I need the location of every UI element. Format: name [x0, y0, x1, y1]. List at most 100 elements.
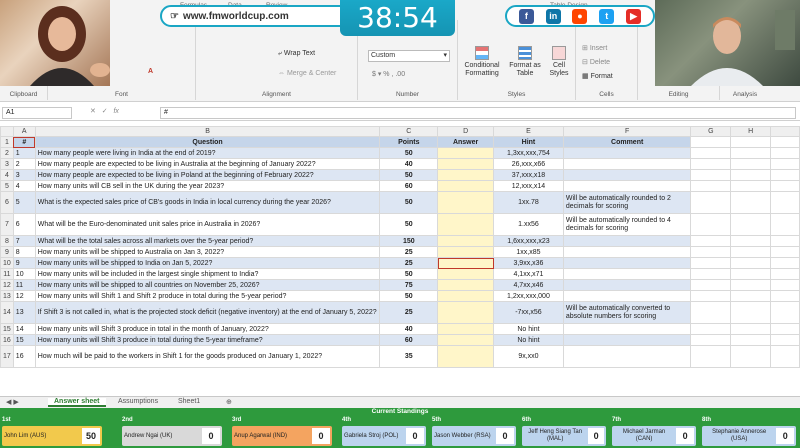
select-all-corner[interactable]	[0, 126, 14, 137]
column-header[interactable]: D	[437, 126, 495, 137]
points-cell[interactable]: 25	[379, 257, 439, 269]
column-header[interactable]: F	[562, 126, 692, 137]
hint-cell[interactable]: 37,xxx,x18	[493, 169, 564, 181]
comment-cell[interactable]: Will be automatically converted to absol…	[562, 301, 692, 324]
question-cell[interactable]: How many units will Shift 3 produce in t…	[34, 323, 381, 335]
sheet-tab-answer-sheet[interactable]: Answer sheet	[48, 398, 106, 407]
answer-cell[interactable]	[437, 180, 495, 192]
empty-cell[interactable]	[730, 136, 772, 148]
merge-center-button[interactable]: ⇔ Merge & Center	[278, 70, 336, 77]
comment-cell[interactable]	[562, 147, 692, 159]
answer-cell[interactable]	[437, 323, 495, 335]
row-header[interactable]: 8	[0, 235, 14, 247]
points-cell[interactable]: 40	[379, 323, 439, 335]
empty-cell[interactable]	[690, 257, 732, 269]
sheet-tab-sheet1[interactable]: Sheet1	[172, 398, 206, 405]
add-sheet-icon[interactable]: ⊕	[220, 398, 238, 406]
num-cell[interactable]: 2	[12, 158, 36, 170]
points-cell[interactable]: 50	[379, 191, 439, 214]
num-cell[interactable]: 12	[12, 290, 36, 302]
num-cell[interactable]: 8	[12, 246, 36, 258]
row-header[interactable]: 3	[0, 158, 14, 170]
empty-cell[interactable]	[690, 279, 732, 291]
hint-cell[interactable]: No hint	[493, 334, 564, 346]
column-header[interactable]: G	[690, 126, 732, 137]
hint-cell[interactable]: 1,3xx,xxx,754	[493, 147, 564, 159]
empty-cell[interactable]	[770, 246, 800, 258]
empty-cell[interactable]	[690, 169, 732, 181]
format-button[interactable]: ▦ Format	[582, 72, 613, 80]
num-cell[interactable]: 4	[12, 180, 36, 192]
empty-cell[interactable]	[730, 323, 772, 335]
num-cell[interactable]: 6	[12, 213, 36, 236]
empty-cell[interactable]	[690, 246, 732, 258]
empty-cell[interactable]	[690, 301, 732, 324]
row-header[interactable]: 2	[0, 147, 14, 159]
row-header[interactable]: 12	[0, 279, 14, 291]
empty-cell[interactable]	[770, 334, 800, 346]
answer-cell[interactable]	[437, 213, 495, 236]
question-cell[interactable]: How many people are expected to be livin…	[34, 158, 381, 170]
empty-cell[interactable]	[730, 334, 772, 346]
num-cell[interactable]: 11	[12, 279, 36, 291]
points-cell[interactable]: 50	[379, 147, 439, 159]
empty-cell[interactable]	[730, 147, 772, 159]
points-cell[interactable]: 50	[379, 290, 439, 302]
youtube-icon[interactable]: ▶	[626, 8, 642, 24]
delete-button[interactable]: ⊟ Delete	[582, 58, 610, 66]
question-cell[interactable]: How much will be paid to the workers in …	[34, 345, 381, 368]
points-cell[interactable]: 75	[379, 279, 439, 291]
points-cell[interactable]: 50	[379, 268, 439, 280]
wrap-text-button[interactable]: ⤶ Wrap Text	[278, 50, 315, 58]
hint-cell[interactable]: No hint	[493, 323, 564, 335]
answer-cell[interactable]	[437, 290, 495, 302]
num-cell[interactable]: 3	[12, 169, 36, 181]
empty-cell[interactable]	[770, 301, 800, 324]
hint-cell[interactable]: 26,xxx,x66	[493, 158, 564, 170]
hint-cell[interactable]: 4,7xx,x46	[493, 279, 564, 291]
hint-cell[interactable]: 12,xxx,x14	[493, 180, 564, 192]
empty-cell[interactable]	[690, 290, 732, 302]
format-as-table-button[interactable]: Format as Table	[508, 46, 542, 78]
num-cell[interactable]: 9	[12, 257, 36, 269]
hint-cell[interactable]: 1xx,x85	[493, 246, 564, 258]
name-box[interactable]: A1	[2, 107, 72, 119]
empty-cell[interactable]	[770, 136, 800, 148]
empty-cell[interactable]	[730, 268, 772, 280]
empty-cell[interactable]	[770, 257, 800, 269]
comment-cell[interactable]	[562, 334, 692, 346]
question-cell[interactable]: How many units will CB sell in the UK du…	[34, 180, 381, 192]
question-cell[interactable]: If Shift 3 is not called in, what is the…	[34, 301, 381, 324]
empty-cell[interactable]	[770, 290, 800, 302]
answer-cell[interactable]	[437, 301, 495, 324]
empty-cell[interactable]	[730, 301, 772, 324]
hint-cell[interactable]: 4,1xx,x71	[493, 268, 564, 280]
question-cell[interactable]: How many units will be included in the l…	[34, 268, 381, 280]
points-cell[interactable]: 25	[379, 301, 439, 324]
row-header[interactable]: 10	[0, 257, 14, 269]
empty-cell[interactable]	[690, 136, 732, 148]
points-cell[interactable]: 40	[379, 158, 439, 170]
comment-cell[interactable]	[562, 180, 692, 192]
empty-cell[interactable]	[690, 191, 732, 214]
empty-cell[interactable]	[730, 191, 772, 214]
comment-cell[interactable]	[562, 235, 692, 247]
header-question-cell[interactable]: Question	[34, 136, 381, 148]
conditional-formatting-button[interactable]: Conditional Formatting	[462, 46, 502, 78]
hint-cell[interactable]: 1xx.78	[493, 191, 564, 214]
sheet-nav-arrows[interactable]: ◀ ▶	[0, 398, 25, 406]
comment-cell[interactable]	[562, 158, 692, 170]
comment-cell[interactable]	[562, 169, 692, 181]
question-cell[interactable]: What is the expected sales price of CB's…	[34, 191, 381, 214]
answer-cell[interactable]	[437, 235, 495, 247]
empty-cell[interactable]	[730, 290, 772, 302]
header-comment-cell[interactable]: Comment	[562, 136, 692, 148]
row-header[interactable]: 11	[0, 268, 14, 280]
reddit-icon[interactable]: ●	[572, 8, 588, 24]
empty-cell[interactable]	[770, 323, 800, 335]
empty-cell[interactable]	[730, 345, 772, 368]
insert-button[interactable]: ⊞ Insert	[582, 44, 607, 52]
answer-cell[interactable]	[437, 279, 495, 291]
num-cell[interactable]: 15	[12, 334, 36, 346]
points-cell[interactable]: 35	[379, 345, 439, 368]
